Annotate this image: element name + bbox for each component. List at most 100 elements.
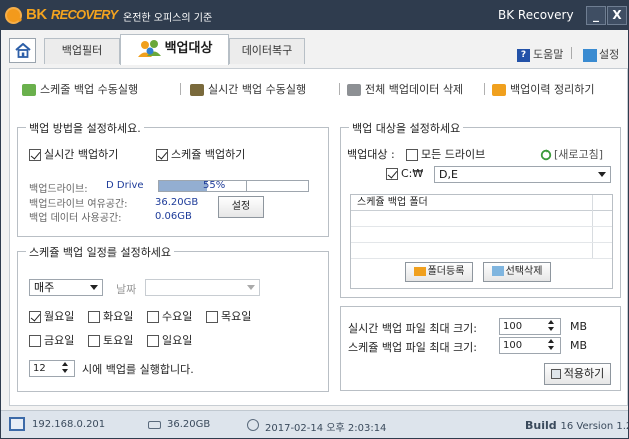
day-checkbox-tue[interactable]: 화요일 bbox=[88, 308, 133, 324]
brand-logo: BK bbox=[26, 6, 47, 23]
help-link[interactable]: ? 도움말 bbox=[517, 46, 563, 62]
target-label: 백업대상 : bbox=[347, 148, 395, 161]
tab-data-recover[interactable]: 데이터복구 bbox=[229, 38, 305, 64]
drive-usage-text: 55% bbox=[203, 180, 226, 191]
day-check bbox=[147, 311, 159, 323]
main-panel: 스케줄 백업 수동실행 실시간 백업 수동실행 전체 백업데이터 삭제 백업이력… bbox=[9, 68, 628, 406]
hour-suffix-text: 시에 백업를 실행합니다. bbox=[82, 363, 194, 376]
c-drive-check bbox=[386, 168, 398, 180]
apply-button[interactable]: 적용하기 bbox=[544, 363, 611, 385]
stepper-up-icon[interactable] bbox=[62, 362, 68, 366]
help-icon: ? bbox=[517, 48, 530, 62]
schedule-folder-list[interactable]: 스케쥴 백업 폴더 폴더등록 선택삭제 bbox=[350, 194, 613, 289]
upload-arrow-icon bbox=[22, 84, 36, 96]
day-checkbox-sun[interactable]: 일요일 bbox=[147, 332, 192, 348]
toolbar: 스케줄 백업 수동실행 실시간 백업 수동실행 전체 백업데이터 삭제 백업이력… bbox=[10, 69, 627, 105]
settings-icon bbox=[583, 48, 597, 62]
date-select[interactable] bbox=[145, 279, 260, 296]
delete-selected-label: 선택삭제 bbox=[505, 266, 543, 277]
home-button[interactable] bbox=[9, 38, 36, 63]
drive-settings-button[interactable]: 설정 bbox=[218, 196, 264, 218]
all-drives-checkbox[interactable]: 모든 드라이브 bbox=[406, 146, 485, 162]
save-icon bbox=[550, 369, 561, 379]
delete-all-backup-button[interactable]: 전체 백업데이터 삭제 bbox=[347, 81, 463, 97]
add-folder-button[interactable]: 폴더등록 bbox=[405, 262, 473, 282]
used-space-value: 0.06GB bbox=[155, 211, 192, 222]
day-label: 일요일 bbox=[162, 334, 193, 347]
realtime-backup-check bbox=[29, 149, 41, 161]
free-space-label: 백업드라이브 여유공간: bbox=[29, 199, 128, 210]
ip-address: 192.168.0.201 bbox=[32, 419, 106, 430]
minimize-button[interactable]: _ bbox=[586, 6, 606, 25]
cleanup-history-button[interactable]: 백업이력 정리하기 bbox=[492, 81, 594, 97]
realtime-max-size-label: 실시간 백업 파일 최대 크기: bbox=[348, 322, 478, 335]
settings-label: 설정 bbox=[599, 48, 620, 61]
schedule-max-size-value: 100 bbox=[503, 340, 523, 351]
schedule-max-size-stepper[interactable]: 100 bbox=[499, 337, 561, 354]
drive-select[interactable]: D,E bbox=[434, 166, 611, 183]
monitor-icon bbox=[9, 417, 25, 431]
home-icon bbox=[15, 43, 31, 58]
delete-selected-icon bbox=[491, 266, 504, 276]
realtime-max-size-value: 100 bbox=[503, 321, 523, 332]
close-button[interactable]: X bbox=[607, 6, 627, 25]
c-drive-checkbox[interactable]: C:₩ bbox=[386, 167, 423, 180]
settings-link[interactable]: 설정 bbox=[583, 46, 619, 62]
day-checkbox-thu[interactable]: 목요일 bbox=[206, 308, 251, 324]
stepper-up-icon[interactable] bbox=[548, 339, 554, 343]
drive-usage-bar: 55% bbox=[158, 180, 247, 192]
stepper-down-icon[interactable] bbox=[548, 327, 554, 331]
c-drive-label: C:₩ bbox=[401, 167, 424, 180]
day-checkbox-mon[interactable]: 월요일 bbox=[29, 308, 74, 324]
delete-selected-button[interactable]: 선택삭제 bbox=[483, 262, 551, 282]
hour-value: 12 bbox=[33, 363, 46, 374]
title-bar: BK RECOVERY 온전한 오피스의 기준 BK Recovery _ X bbox=[1, 1, 628, 30]
chevron-down-icon bbox=[90, 285, 98, 290]
day-check bbox=[29, 335, 41, 347]
app-name: BK Recovery bbox=[498, 8, 574, 22]
day-label: 목요일 bbox=[221, 310, 252, 323]
realtime-manual-run-button[interactable]: 실시간 백업 수동실행 bbox=[190, 81, 306, 97]
day-label: 수요일 bbox=[162, 310, 193, 323]
drive-usage-fill bbox=[159, 181, 207, 191]
users-icon bbox=[137, 39, 163, 59]
realtime-unit: MB bbox=[570, 320, 588, 333]
day-checkbox-sat[interactable]: 토요일 bbox=[88, 332, 133, 348]
stepper-down-icon[interactable] bbox=[548, 346, 554, 350]
folder-list-row bbox=[351, 242, 612, 243]
brand-logo-sub: RECOVERY bbox=[51, 7, 118, 22]
stepper-up-icon[interactable] bbox=[548, 320, 554, 324]
schedule-manual-run-button[interactable]: 스케줄 백업 수동실행 bbox=[22, 81, 138, 97]
folder-list-row bbox=[351, 258, 612, 259]
status-bar: 192.168.0.201 36.20GB 2017-02-14 오후 2:03… bbox=[1, 410, 628, 438]
trash-icon bbox=[347, 84, 361, 96]
day-checkbox-fri[interactable]: 금요일 bbox=[29, 332, 74, 348]
divider bbox=[571, 47, 572, 59]
tab-backup-filter[interactable]: 백업필터 bbox=[44, 38, 120, 64]
day-label: 월요일 bbox=[44, 310, 75, 323]
schedule-backup-checkbox[interactable]: 스케쥴 백업하기 bbox=[156, 146, 245, 162]
all-drives-label: 모든 드라이브 bbox=[421, 148, 486, 161]
hour-stepper[interactable]: 12 bbox=[29, 360, 75, 377]
refresh-link[interactable]: [새로고침] bbox=[540, 146, 603, 162]
day-label: 토요일 bbox=[103, 334, 134, 347]
schedule-max-size-label: 스케쥴 백업 파일 최대 크기: bbox=[348, 341, 478, 354]
drive-select-value: D,E bbox=[439, 168, 458, 181]
schedule-manual-run-label: 스케줄 백업 수동실행 bbox=[40, 83, 139, 96]
cleanup-history-label: 백업이력 정리하기 bbox=[510, 83, 595, 96]
stepper-down-icon[interactable] bbox=[62, 369, 68, 373]
realtime-manual-run-label: 실시간 백업 수동실행 bbox=[208, 83, 307, 96]
realtime-max-size-stepper[interactable]: 100 bbox=[499, 318, 561, 335]
free-space-value: 36.20GB bbox=[155, 197, 199, 208]
divider bbox=[339, 83, 340, 95]
size-limit-group: 실시간 백업 파일 최대 크기: 100 MB 스케쥴 백업 파일 최대 크기:… bbox=[340, 306, 621, 391]
tab-backup-target[interactable]: 백업대상 bbox=[120, 34, 229, 65]
disk-free: 36.20GB bbox=[167, 419, 211, 430]
tab-bar: 백업필터 백업대상 데이터복구 ? 도움말 설정 bbox=[1, 30, 628, 70]
day-checkbox-wed[interactable]: 수요일 bbox=[147, 308, 192, 324]
clock-icon bbox=[247, 419, 259, 431]
current-datetime: 2017-02-14 오후 2:03:14 bbox=[265, 423, 387, 434]
realtime-backup-checkbox[interactable]: 실시간 백업하기 bbox=[29, 146, 118, 162]
realtime-backup-label: 실시간 백업하기 bbox=[44, 148, 119, 161]
period-select[interactable]: 매주 bbox=[29, 279, 103, 296]
